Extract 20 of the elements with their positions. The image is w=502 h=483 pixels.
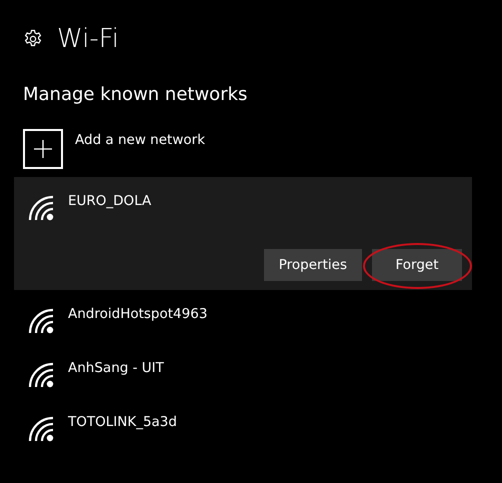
- network-name: AnhSang - UIT: [68, 360, 164, 378]
- wifi-icon: [28, 362, 55, 388]
- action-button[interactable]: Properties: [264, 249, 362, 281]
- network-item[interactable]: AndroidHotspot4963: [14, 290, 472, 344]
- network-name: EURO_DOLA: [68, 193, 152, 211]
- wifi-icon: [28, 195, 55, 221]
- network-item[interactable]: TOTOLINK_5a3d: [14, 398, 472, 452]
- network-item[interactable]: EURO_DOLA Properties Forget: [14, 177, 472, 290]
- wifi-icon: [28, 308, 55, 334]
- network-item[interactable]: AnhSang - UIT: [14, 344, 472, 398]
- settings-icon[interactable]: [23, 29, 43, 49]
- action-button[interactable]: Forget: [372, 249, 462, 281]
- network-name: TOTOLINK_5a3d: [68, 414, 177, 432]
- section-heading: Manage known networks: [23, 84, 248, 105]
- plus-icon: [34, 140, 52, 158]
- page-title: Wi-Fi: [57, 24, 120, 54]
- add-button[interactable]: [23, 129, 63, 169]
- network-name: AndroidHotspot4963: [68, 306, 208, 324]
- wifi-icon: [28, 416, 55, 442]
- add-network-link[interactable]: Add a new network: [75, 132, 206, 148]
